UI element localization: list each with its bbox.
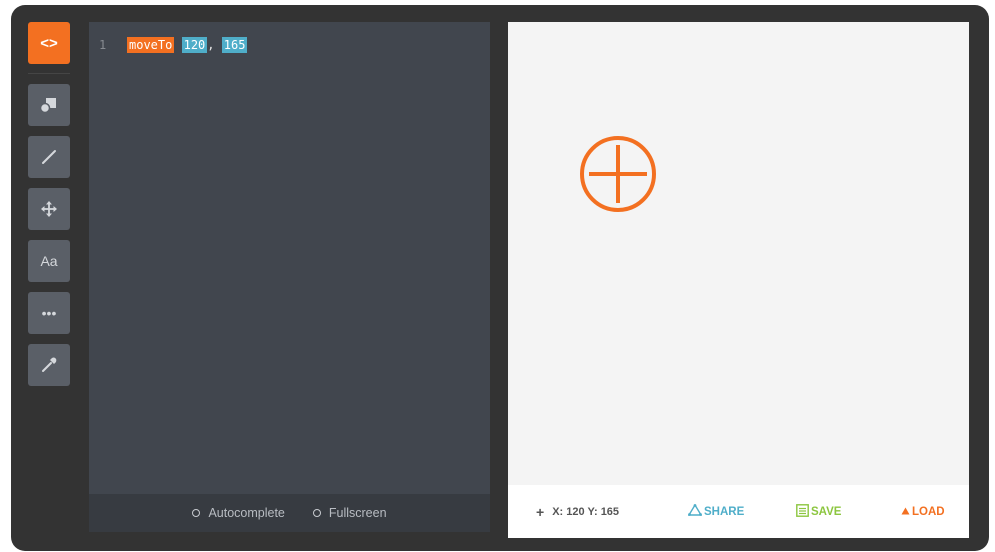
fullscreen-label: Fullscreen xyxy=(328,506,387,520)
command-token[interactable]: moveTo xyxy=(127,37,175,53)
coordinates-text: X: 120 Y: 165 xyxy=(552,505,620,518)
share-label: SHARE xyxy=(704,505,745,518)
text-tool-button[interactable]: Aa xyxy=(28,240,70,282)
load-icon xyxy=(901,506,910,518)
code-view-button[interactable]: <> xyxy=(28,22,70,64)
eyedropper-tool-button[interactable] xyxy=(28,344,70,386)
line-number: 1 xyxy=(99,38,107,52)
toolbar-divider xyxy=(28,73,70,74)
shapes-tool-button[interactable] xyxy=(28,84,70,126)
share-icon xyxy=(687,503,703,519)
eyedropper-icon xyxy=(39,355,59,375)
drawing-canvas[interactable]: + X: 120 Y: 165 SHARE SAVE LOAD xyxy=(508,22,969,538)
load-button[interactable]: LOAD xyxy=(901,485,945,538)
app-window: <> Aa ••• 1 moveTo 120 , 165 Autocomplet… xyxy=(11,5,989,551)
line-tool-button[interactable] xyxy=(28,136,70,178)
editor-footer: Autocomplete Fullscreen xyxy=(89,494,490,532)
coordinate-readout: + X: 120 Y: 165 xyxy=(536,485,619,538)
more-tool-button[interactable]: ••• xyxy=(28,292,70,334)
status-bar: + X: 120 Y: 165 SHARE SAVE LOAD xyxy=(508,485,969,538)
move-icon xyxy=(39,199,59,219)
move-tool-button[interactable] xyxy=(28,188,70,230)
shapes-icon xyxy=(39,95,59,115)
fullscreen-radio-icon xyxy=(312,509,321,517)
text-icon: Aa xyxy=(40,253,58,269)
load-label: LOAD xyxy=(912,505,945,518)
save-icon xyxy=(796,503,809,520)
save-label: SAVE xyxy=(811,505,842,518)
crosshair-small-icon: + xyxy=(536,503,545,520)
crosshair-pointer-icon xyxy=(579,135,657,218)
code-editor[interactable]: 1 moveTo 120, 165 Autocomplete Fullscreen xyxy=(89,22,490,532)
more-icon: ••• xyxy=(41,305,57,321)
number-token-x[interactable]: 120 xyxy=(181,37,208,53)
toolbar: <> Aa ••• xyxy=(28,22,70,396)
save-button[interactable]: SAVE xyxy=(796,485,841,538)
autocomplete-label: Autocomplete xyxy=(208,506,285,520)
separator-token: , xyxy=(207,38,215,52)
autocomplete-toggle[interactable]: Autocomplete xyxy=(192,506,285,520)
number-token-y[interactable]: 165 xyxy=(221,37,248,53)
share-button[interactable]: SHARE xyxy=(687,485,745,538)
code-line[interactable]: 1 moveTo 120, 165 xyxy=(99,36,248,54)
fullscreen-toggle[interactable]: Fullscreen xyxy=(312,506,387,520)
line-icon xyxy=(39,147,59,167)
autocomplete-radio-icon xyxy=(192,509,201,517)
